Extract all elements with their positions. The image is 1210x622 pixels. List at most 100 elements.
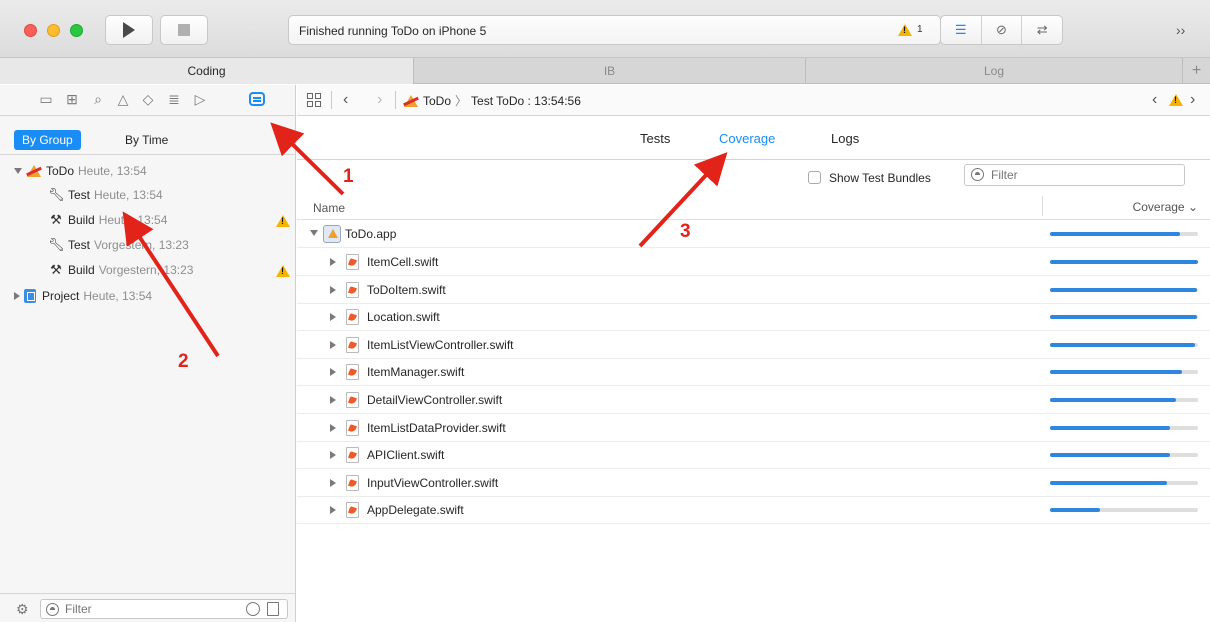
search-icon[interactable]: ⌕: [89, 91, 107, 108]
tree-item-build[interactable]: ⚒︎ Build Heute, 13:54: [48, 209, 167, 231]
coverage-row[interactable]: Location.swift: [297, 303, 1210, 332]
swift-file-icon: [346, 419, 359, 436]
run-button[interactable]: [105, 15, 153, 45]
add-tab-button[interactable]: +: [1183, 58, 1210, 84]
coverage-bar-fill: [1050, 453, 1170, 458]
disclosure-closed-icon[interactable]: [330, 258, 336, 266]
tree-item-time: Vorgestern, 13:23: [98, 263, 194, 277]
tab-coding[interactable]: Coding: [0, 58, 414, 84]
disclosure-closed-icon[interactable]: [330, 478, 336, 487]
app-icon: [323, 225, 341, 243]
debug-icon[interactable]: ≣: [165, 91, 183, 108]
tab-coverage[interactable]: Coverage: [719, 131, 775, 146]
hierarchy-icon[interactable]: ⊞: [63, 91, 81, 108]
coverage-row[interactable]: ItemListViewController.swift: [297, 331, 1210, 359]
coverage-row[interactable]: ToDoItem.swift: [297, 276, 1210, 304]
divider: [331, 91, 332, 109]
coverage-bar: [1050, 453, 1198, 458]
disclosure-closed-icon[interactable]: [330, 506, 336, 515]
next-issue-icon[interactable]: ›: [1190, 91, 1195, 109]
coverage-bar: [1050, 315, 1198, 320]
tree-item-build[interactable]: ⚒︎ Build Vorgestern, 13:23: [48, 259, 193, 281]
coverage-bar-fill: [1050, 425, 1170, 430]
by-group-toggle[interactable]: By Group: [14, 130, 81, 150]
disclosure-closed-icon[interactable]: [330, 451, 336, 460]
report-icon[interactable]: [249, 92, 265, 106]
coverage-filter-field[interactable]: [964, 164, 1185, 186]
coverage-bar-fill: [1050, 287, 1197, 292]
zoom-window-button[interactable]: [70, 24, 83, 37]
coverage-row-target[interactable]: ToDo.app: [297, 220, 1210, 248]
xcode-project-icon: [403, 94, 419, 108]
folder-icon[interactable]: ▭: [37, 91, 55, 108]
disclosure-closed-icon[interactable]: [330, 396, 336, 404]
stop-button[interactable]: [160, 15, 208, 45]
coverage-bar: [1050, 425, 1198, 430]
tree-item-test[interactable]: 🔧︎ Test Heute, 13:54: [48, 184, 163, 206]
coverage-row-name: ToDoItem.swift: [367, 282, 446, 297]
tab-logs[interactable]: Logs: [831, 131, 859, 146]
minimize-window-button[interactable]: [47, 24, 60, 37]
breadcrumb-report[interactable]: Test ToDo : 13:54:56: [471, 94, 581, 108]
filter-icon: [971, 168, 984, 181]
name-column-header[interactable]: Name: [313, 201, 345, 215]
disclosure-closed-icon[interactable]: [14, 292, 20, 300]
coverage-row[interactable]: APIClient.swift: [297, 441, 1210, 470]
by-time-toggle[interactable]: By Time: [117, 130, 176, 150]
breakpoint-icon[interactable]: ▷: [191, 91, 209, 108]
breadcrumb-project[interactable]: ToDo: [423, 94, 451, 108]
disclosure-open-icon[interactable]: [310, 230, 318, 236]
clock-icon[interactable]: [246, 602, 260, 616]
standard-editor-icon[interactable]: ☰: [941, 16, 982, 44]
xcode-project-icon: [26, 164, 42, 178]
coverage-row[interactable]: ItemManager.swift: [297, 358, 1210, 387]
warning-count[interactable]: 1: [917, 24, 923, 35]
assistant-editor-icon[interactable]: ⊘: [982, 16, 1023, 44]
gear-icon[interactable]: ⚙: [16, 601, 29, 618]
sidebar-filter-input[interactable]: [65, 602, 235, 616]
related-items-icon[interactable]: [307, 93, 321, 107]
back-arrow-icon[interactable]: ‹: [343, 91, 348, 109]
coverage-row[interactable]: ItemCell.swift: [297, 248, 1210, 276]
coverage-row[interactable]: AppDelegate.swift: [297, 496, 1210, 525]
forward-arrow-icon[interactable]: ›: [377, 91, 382, 109]
swift-file-icon: [346, 254, 359, 270]
close-window-button[interactable]: [24, 24, 37, 37]
tree-item-project[interactable]: Project Heute, 13:54: [14, 285, 152, 307]
disclosure-closed-icon[interactable]: [330, 285, 336, 294]
disclosure-closed-icon[interactable]: [330, 313, 336, 322]
annotation-number: 1: [343, 166, 354, 187]
sidebar-filter-field[interactable]: [40, 599, 288, 619]
disclosure-closed-icon[interactable]: [330, 340, 336, 349]
coverage-filter-input[interactable]: [991, 168, 1171, 182]
coverage-row[interactable]: ItemListDataProvider.swift: [297, 414, 1210, 442]
coverage-row-name: AppDelegate.swift: [367, 503, 464, 518]
divider: [395, 91, 396, 109]
document-icon[interactable]: [267, 602, 279, 616]
tab-tests[interactable]: Tests: [640, 131, 670, 146]
version-editor-icon[interactable]: ⇄: [1022, 16, 1062, 44]
disclosure-open-icon[interactable]: [14, 168, 22, 174]
disclosure-closed-icon[interactable]: [330, 423, 336, 432]
test-icon[interactable]: ◇: [139, 91, 157, 108]
divider: [0, 154, 296, 155]
tree-item-time: Vorgestern, 13:23: [94, 238, 189, 252]
tree-item-test[interactable]: 🔧︎ Test Vorgestern, 13:23: [48, 234, 189, 256]
coverage-column-header[interactable]: Coverage ⌄: [1133, 200, 1198, 214]
coverage-row[interactable]: InputViewController.swift: [297, 469, 1210, 497]
tree-item-label: Build: [68, 213, 95, 227]
show-test-bundles-checkbox[interactable]: [808, 171, 821, 184]
tree-item-todo[interactable]: ToDo Heute, 13:54: [14, 160, 147, 182]
warning-icon[interactable]: [1169, 94, 1183, 106]
warning-icon[interactable]: △: [114, 91, 132, 108]
previous-issue-icon[interactable]: ‹: [1152, 91, 1157, 109]
swift-file-icon: [346, 447, 359, 464]
coverage-row[interactable]: DetailViewController.swift: [297, 386, 1210, 414]
disclosure-closed-icon[interactable]: [330, 368, 336, 377]
toolbar-overflow-button[interactable]: ››: [1176, 22, 1185, 38]
coverage-bar-fill: [1050, 342, 1196, 347]
play-icon: [123, 22, 135, 38]
warning-icon[interactable]: [898, 24, 912, 36]
tab-ib[interactable]: IB: [414, 58, 806, 84]
tab-log[interactable]: Log: [806, 58, 1183, 84]
